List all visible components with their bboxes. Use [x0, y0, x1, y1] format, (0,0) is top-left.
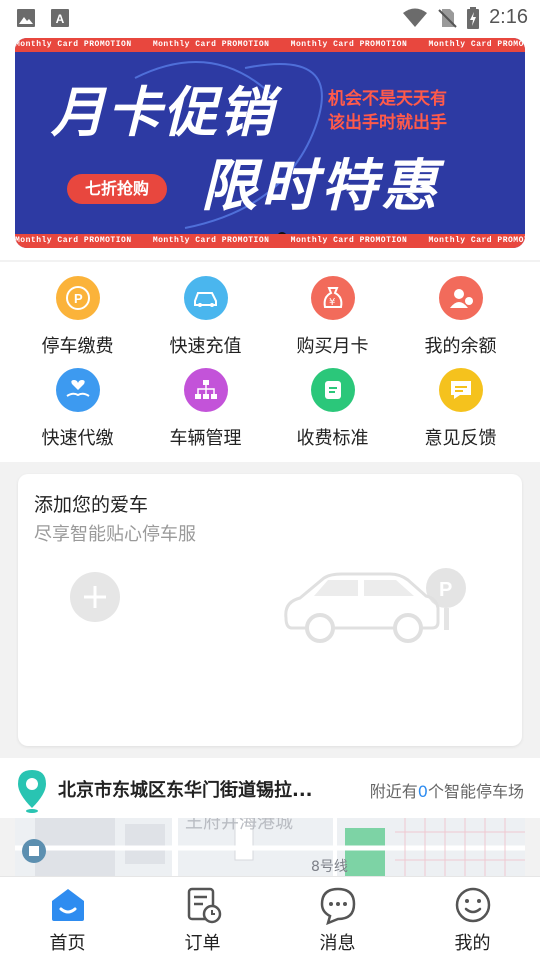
menu-label: 快速充值 — [169, 336, 242, 357]
org-chart-icon — [183, 368, 228, 412]
menu-item-buy-monthly-card[interactable]: ¥ 购买月卡 — [265, 276, 400, 358]
banner-stripe-bottom: Monthly Card PROMOTION Monthly Card PROM… — [15, 234, 525, 248]
font-a-icon: A — [51, 9, 69, 27]
banner-headline: 月卡促销 — [51, 81, 275, 144]
menu-item-quick-proxy-pay[interactable]: 快速代缴 — [10, 368, 145, 450]
add-car-subtitle: 尽享智能贴心停车服 — [34, 524, 196, 545]
bottom-navigation: 首页 订单 消息 我的 — [0, 876, 540, 960]
image-icon — [17, 9, 35, 27]
tab-profile[interactable]: 我的 — [405, 885, 540, 955]
menu-label: 购买月卡 — [296, 336, 369, 357]
location-pin-icon — [18, 770, 46, 813]
stripe-text: Monthly Card PROMOTION — [290, 236, 408, 245]
banner-tagline-2: 该出手时就出手 — [328, 113, 447, 133]
chat-feedback-icon — [438, 368, 483, 412]
smiley-profile-icon — [455, 887, 490, 923]
svg-text:A: A — [56, 12, 65, 26]
tab-messages[interactable]: 消息 — [270, 885, 405, 955]
add-car-button[interactable] — [70, 572, 120, 622]
battery-charging-icon — [467, 6, 480, 29]
status-bar: A 2:16 — [0, 0, 540, 36]
tab-label: 消息 — [319, 933, 356, 954]
menu-item-parking-payment[interactable]: P 停车缴费 — [10, 276, 145, 358]
parking-car-icon: P — [55, 276, 100, 320]
menu-label: 快速代缴 — [41, 428, 114, 449]
tab-label: 订单 — [184, 933, 221, 954]
user-balance-icon — [438, 276, 483, 320]
location-bar[interactable]: 北京市东城区东华门街道锡拉... 附近有0个智能停车场 — [0, 758, 540, 818]
stripe-text: Monthly Card PROMOTION — [15, 236, 132, 245]
svg-text:P: P — [74, 291, 83, 306]
wifi-icon — [403, 8, 428, 27]
map-view[interactable]: 王府井海港城 8号线 — [15, 818, 525, 876]
hand-heart-icon — [55, 368, 100, 412]
service-menu: P 停车缴费 快速充值 ¥ 购买月卡 我的余额 快速代缴 车辆管理 收费标准 意… — [0, 262, 540, 462]
status-time: 2:16 — [489, 6, 528, 28]
banner-tagline-1: 机会不是天天有 — [328, 89, 447, 109]
banner-section: Monthly Card PROMOTION Monthly Card PROM… — [0, 36, 540, 260]
menu-label: 我的余额 — [424, 336, 497, 357]
plus-icon — [84, 586, 106, 608]
map-label-subway: 8号线 — [311, 859, 348, 875]
home-icon — [51, 889, 84, 921]
no-sim-icon — [438, 8, 457, 28]
tab-home[interactable]: 首页 — [0, 885, 135, 955]
message-icon — [320, 887, 355, 925]
menu-label: 意见反馈 — [424, 428, 497, 449]
menu-label: 车辆管理 — [169, 428, 242, 449]
add-car-title: 添加您的爱车 — [34, 494, 149, 516]
menu-item-my-balance[interactable]: 我的余额 — [393, 276, 528, 358]
nearby-parking-count[interactable]: 附近有0个智能停车场 — [370, 778, 524, 802]
stripe-text: Monthly Card PROMOTION — [428, 236, 525, 245]
svg-text:¥: ¥ — [329, 297, 335, 308]
tab-label: 我的 — [454, 933, 491, 954]
menu-label: 停车缴费 — [41, 336, 114, 357]
menu-item-feedback[interactable]: 意见反馈 — [393, 368, 528, 450]
menu-item-fee-standard[interactable]: 收费标准 — [265, 368, 400, 450]
car-recharge-icon — [183, 276, 228, 320]
banner-discount-pill: 七折抢购 — [67, 174, 167, 204]
map-label-poi: 王府井海港城 — [185, 818, 293, 833]
menu-item-quick-recharge[interactable]: 快速充值 — [138, 276, 273, 358]
tab-label: 首页 — [49, 933, 86, 954]
stripe-text: Monthly Card PROMOTION — [152, 236, 270, 245]
nearby-suffix: 个智能停车场 — [427, 782, 524, 801]
document-icon — [310, 368, 355, 412]
order-clock-icon — [187, 887, 221, 924]
parked-car-illustration: P — [284, 568, 466, 643]
add-car-card[interactable]: 添加您的爱车 尽享智能贴心停车服 P — [18, 474, 522, 746]
banner-subline: 限时特惠 — [201, 154, 441, 219]
menu-label: 收费标准 — [296, 428, 369, 449]
svg-text:P: P — [439, 579, 452, 601]
promo-banner[interactable]: Monthly Card PROMOTION Monthly Card PROM… — [15, 38, 525, 248]
money-bag-icon: ¥ — [310, 276, 355, 320]
menu-item-vehicle-management[interactable]: 车辆管理 — [138, 368, 273, 450]
current-address: 北京市东城区东华门街道锡拉... — [58, 780, 313, 801]
nearby-number: 0 — [417, 782, 428, 801]
tab-orders[interactable]: 订单 — [135, 885, 270, 955]
nearby-prefix: 附近有 — [369, 782, 418, 801]
building-marker-icon[interactable] — [21, 838, 47, 864]
